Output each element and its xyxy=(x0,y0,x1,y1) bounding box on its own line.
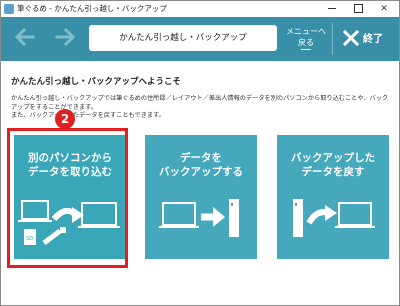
maximize-button[interactable] xyxy=(345,1,371,17)
back-to-menu-underline xyxy=(301,49,311,50)
card-label: バックアップした データを戻す xyxy=(277,151,389,179)
back-to-menu-button[interactable]: メニューへ 戻る xyxy=(283,22,329,56)
close-button[interactable]: ✕ xyxy=(371,1,397,17)
app-window: 筆ぐるめ - かんたん引っ越し・バックアップ ✕ かんたん引っ越し・バックアップ… xyxy=(0,0,400,306)
minimize-icon xyxy=(328,8,336,9)
card-label-line-1: データを xyxy=(180,152,222,164)
exit-label: 終了 xyxy=(363,34,383,45)
toolbar-divider xyxy=(332,23,333,55)
page-title: かんたん引っ越し・バックアップ xyxy=(89,25,277,51)
exit-button[interactable]: 終了 xyxy=(337,25,393,51)
x-icon xyxy=(343,30,359,46)
card-label: データを バックアップする xyxy=(145,151,257,179)
backup-icon xyxy=(159,199,239,237)
close-icon: ✕ xyxy=(380,4,388,14)
back-to-menu-label-2: 戻る xyxy=(298,38,314,47)
welcome-heading: かんたん引っ越し・バックアップへようこそ xyxy=(11,77,182,87)
backup-data-button[interactable]: データを バックアップする xyxy=(145,135,257,259)
card-label-line-2: バックアップする xyxy=(159,166,243,178)
arrow-left-icon[interactable] xyxy=(13,25,37,49)
app-icon xyxy=(4,4,14,14)
card-label-line-1: バックアップした xyxy=(291,152,375,164)
toolbar: かんたん引っ越し・バックアップ メニューへ 戻る 終了 xyxy=(1,17,399,61)
highlight-frame xyxy=(7,128,128,268)
back-to-menu-label-1: メニューへ xyxy=(286,27,326,36)
minimize-button[interactable] xyxy=(319,1,345,17)
restore-backup-button[interactable]: バックアップした データを戻す xyxy=(277,135,389,259)
restore-icon xyxy=(293,199,375,237)
arrow-right-icon[interactable] xyxy=(53,25,77,49)
step-number-badge: 2 xyxy=(55,109,75,129)
card-label-line-2: データを戻す xyxy=(301,166,365,178)
maximize-icon xyxy=(353,4,363,13)
window-title: 筆ぐるめ - かんたん引っ越し・バックアップ xyxy=(17,4,167,13)
title-bar: 筆ぐるめ - かんたん引っ越し・バックアップ ✕ xyxy=(1,1,399,17)
